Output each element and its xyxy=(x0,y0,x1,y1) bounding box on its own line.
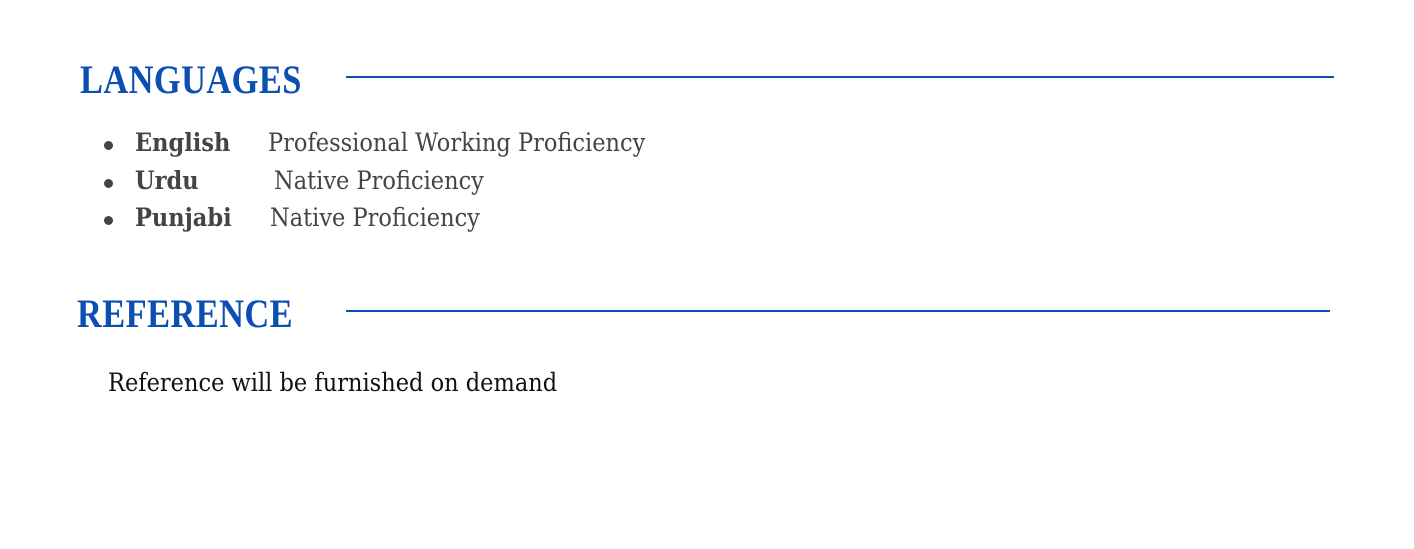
bullet-icon xyxy=(104,178,113,188)
language-level: Native Proficiency xyxy=(270,203,480,232)
language-level: Native Proficiency xyxy=(274,165,484,195)
reference-heading: REFERENCE xyxy=(77,291,294,336)
languages-heading: LANGUAGES xyxy=(80,57,302,102)
bullet-icon xyxy=(104,216,113,225)
reference-text: Reference will be furnished on demand xyxy=(108,368,558,397)
language-level: Professional Working Proficiency xyxy=(268,128,646,157)
languages-divider xyxy=(346,76,1334,78)
reference-divider xyxy=(346,310,1330,312)
bullet-icon xyxy=(104,141,113,150)
language-name: Urdu xyxy=(135,165,199,195)
language-name: Punjabi xyxy=(135,203,232,232)
language-name: English xyxy=(135,128,231,157)
